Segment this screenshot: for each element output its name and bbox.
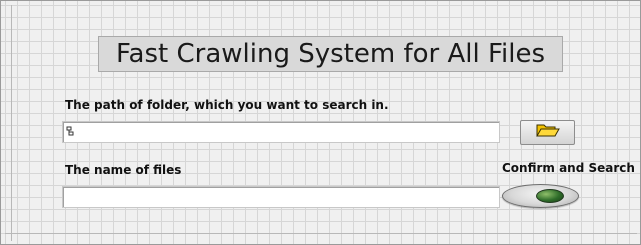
folder-path-control[interactable] xyxy=(62,121,500,143)
front-panel: Fast Crawling System for All Files The p… xyxy=(0,0,641,245)
frame-line xyxy=(11,5,12,241)
browse-folder-button[interactable] xyxy=(520,120,575,145)
page-title: Fast Crawling System for All Files xyxy=(98,36,563,72)
file-name-input[interactable] xyxy=(62,186,500,208)
folder-open-icon xyxy=(535,122,561,143)
confirm-search-label: Confirm and Search xyxy=(502,161,635,175)
folder-path-input[interactable] xyxy=(75,123,499,141)
frame-line xyxy=(5,233,637,234)
path-icon xyxy=(65,124,75,140)
confirm-search-button[interactable] xyxy=(502,184,579,208)
file-name-label: The name of files xyxy=(65,163,182,177)
led-indicator xyxy=(535,189,564,203)
folder-path-label: The path of folder, which you want to se… xyxy=(65,98,389,112)
